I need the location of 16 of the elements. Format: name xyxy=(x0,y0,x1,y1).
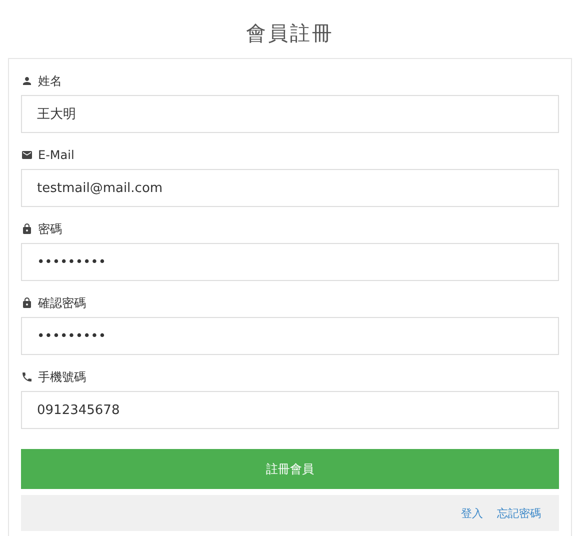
input-field[interactable]: ••••••••• xyxy=(21,243,559,281)
field-label: 確認密碼 xyxy=(38,294,86,312)
input-field[interactable]: ••••••••• xyxy=(21,317,559,355)
page-title: 會員註冊 xyxy=(246,21,334,45)
field-label: 姓名 xyxy=(38,72,62,90)
phone-icon xyxy=(21,371,33,383)
input-field[interactable]: testmail@mail.com xyxy=(21,169,559,207)
field-label: E-Mail xyxy=(38,148,74,162)
person-icon xyxy=(21,75,33,87)
field-label: 手機號碼 xyxy=(38,368,86,386)
field-label: 密碼 xyxy=(38,220,62,238)
lock-icon xyxy=(21,297,33,309)
input-field[interactable]: 0912345678 xyxy=(21,391,559,429)
envelope-icon xyxy=(21,149,33,161)
lock-icon xyxy=(21,223,33,235)
input-field[interactable]: 王大明 xyxy=(21,95,559,133)
